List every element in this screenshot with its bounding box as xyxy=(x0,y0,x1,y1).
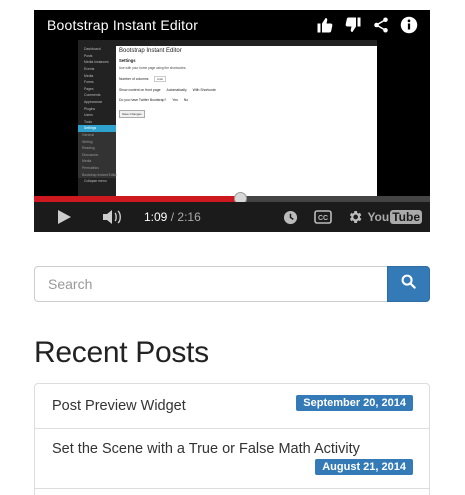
thumbs-up-icon[interactable] xyxy=(316,16,334,34)
svg-text:CC: CC xyxy=(318,215,328,222)
wp-setting-input: Icon xyxy=(154,76,167,82)
captions-icon[interactable]: CC xyxy=(314,202,332,232)
wp-setting-label: Do you have Twitter Bootstrap? xyxy=(119,98,167,102)
share-icon[interactable] xyxy=(372,16,390,34)
clock-icon[interactable] xyxy=(283,202,298,232)
video-frame-screencast: Dashboard Posts Media Instances Events M… xyxy=(78,40,377,206)
wp-setting-label: Number of columns xyxy=(119,77,149,81)
wp-menu-item: Media xyxy=(84,73,94,78)
youtube-logo[interactable]: You Tube xyxy=(367,210,422,224)
wp-menu-item: Dashboard xyxy=(84,47,101,52)
wp-admin-menu: Dashboard Posts Media Instances Events M… xyxy=(78,46,117,206)
wp-menu-item: Posts xyxy=(84,53,93,58)
wp-submenu-item: Media xyxy=(78,158,116,165)
list-item: Set the Scene with a True or False Math … xyxy=(34,429,430,489)
recent-posts-heading: Recent Posts xyxy=(34,336,209,369)
wp-menu-item: Forms xyxy=(84,80,94,85)
post-date-badge: September 20, 2014 xyxy=(296,395,413,411)
duration: 2:16 xyxy=(177,210,201,224)
wp-menu-item-active: Settings xyxy=(78,125,116,132)
wp-section-heading: Settings xyxy=(119,58,136,63)
wp-settings-content: Bootstrap Instant Editor Settings Use wi… xyxy=(119,46,377,206)
wp-setting-option: No xyxy=(183,98,189,102)
wp-page-heading: Bootstrap Instant Editor xyxy=(119,48,182,54)
wp-setting-row: Show content on front page Automatically… xyxy=(119,88,377,92)
wp-menu-item: Plugins xyxy=(84,106,96,111)
list-item: Post Preview Widget September 20, 2014 xyxy=(34,383,430,429)
wp-menu-item: Pages xyxy=(84,86,94,91)
info-icon[interactable] xyxy=(400,16,418,34)
wp-save-button: Save Changes xyxy=(119,110,145,118)
wp-menu-item: Users xyxy=(84,113,93,118)
time-separator: / xyxy=(170,210,175,224)
wp-setting-option: With Shortcode xyxy=(192,88,216,92)
wp-menu-item: Events xyxy=(84,67,95,72)
wp-menu-item: Tools xyxy=(84,119,92,124)
wp-submenu-item: Writing xyxy=(78,138,116,145)
video-top-actions xyxy=(316,16,418,34)
youtube-logo-tube: Tube xyxy=(390,210,422,224)
wp-submenu-item: Bootstrap Instant Editor xyxy=(78,171,117,178)
post-date-badge: August 21, 2014 xyxy=(315,459,413,475)
wp-setting-label: Show content on front page xyxy=(119,88,161,92)
wp-setting-row: Number of columns Icon xyxy=(119,76,377,82)
search-form xyxy=(34,266,430,302)
video-controls: 1:09 / 2:16 CC You Tube xyxy=(34,202,430,232)
wp-submenu-item: General xyxy=(78,131,116,139)
wp-menu-item: Media Instances xyxy=(84,60,109,65)
thumbs-down-icon[interactable] xyxy=(344,16,362,34)
post-link[interactable]: Post Preview Widget xyxy=(52,398,186,414)
youtube-logo-you: You xyxy=(367,210,390,224)
search-icon xyxy=(401,274,416,294)
volume-icon[interactable] xyxy=(102,202,122,232)
play-icon[interactable] xyxy=(56,202,72,232)
wp-menu-item: Comments xyxy=(84,93,101,98)
current-time: 1:09 xyxy=(144,210,168,224)
recent-posts-list: Post Preview Widget September 20, 2014 S… xyxy=(34,383,430,495)
video-time: 1:09 / 2:16 xyxy=(144,210,201,224)
wp-submenu-item: Reading xyxy=(78,144,116,152)
video-player[interactable]: Bootstrap Instant Editor Dashboard Posts… xyxy=(34,10,430,232)
settings-gear-icon[interactable] xyxy=(347,202,363,232)
post-link[interactable]: Set the Scene with a True or False Math … xyxy=(52,441,360,457)
list-item xyxy=(34,489,430,495)
wp-menu-item: Collapse menu xyxy=(84,179,107,184)
wp-description: Use with your home page using the shortc… xyxy=(119,66,187,70)
wp-submenu-item: Permalinks xyxy=(78,164,116,172)
wp-menu-item: Appearance xyxy=(84,100,103,105)
video-title[interactable]: Bootstrap Instant Editor xyxy=(47,17,198,33)
search-button[interactable] xyxy=(387,266,430,302)
wp-setting-option: Yes xyxy=(172,98,178,102)
wp-setting-option: Automatically xyxy=(166,88,187,92)
wp-submenu-item: Discussion xyxy=(78,151,116,159)
search-input[interactable] xyxy=(34,266,387,302)
wp-setting-row: Do you have Twitter Bootstrap? Yes No xyxy=(119,98,377,102)
